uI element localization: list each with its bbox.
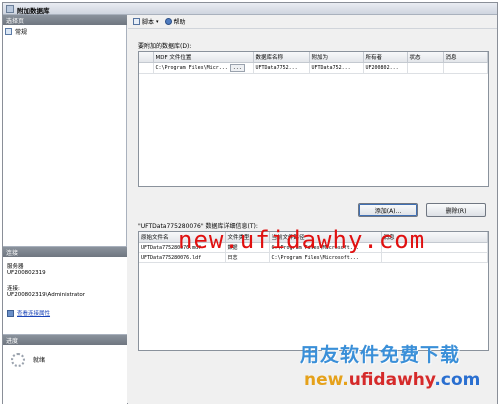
script-label: 脚本 [142, 19, 155, 26]
column-header-message[interactable]: 消息 [443, 52, 488, 63]
server-value: UF200802319 [7, 270, 46, 276]
message-cell [381, 252, 488, 263]
browse-button[interactable]: ... [229, 64, 245, 72]
progress-status: 就绪 [33, 357, 46, 364]
row-selector[interactable] [139, 62, 154, 74]
column-header-select [139, 52, 154, 63]
mdf-location-cell[interactable]: C:\Program Files\Micr...... [153, 62, 254, 74]
chevron-down-icon: ▾ [156, 18, 159, 25]
view-connection-properties-link[interactable]: 查看连接属性 [7, 309, 50, 317]
watermark-url-part3: .com [434, 370, 481, 390]
watermark-logo: 用友软件免费下载 new.ufidawhy.com [300, 340, 496, 402]
script-icon [133, 18, 140, 25]
owner-cell[interactable]: UF200802... [363, 62, 408, 74]
script-button[interactable]: 脚本 ▾ [131, 16, 161, 27]
message-cell [443, 62, 488, 74]
server-label: 服务器 [7, 264, 24, 270]
page-item-label: 常规 [15, 29, 28, 36]
table-row[interactable]: C:\Program Files\Micr...... UFTData7752.… [139, 62, 488, 74]
column-header-status[interactable]: 状态 [407, 52, 444, 63]
column-header-owner[interactable]: 所有者 [363, 52, 408, 63]
help-icon [164, 18, 172, 25]
column-header-db-name[interactable]: 数据库名称 [253, 52, 310, 63]
database-icon [6, 5, 14, 13]
table-row[interactable]: UFTData775280076.ldf 日志 C:\Program Files… [139, 252, 488, 263]
help-button[interactable]: 帮助 [163, 16, 188, 27]
current-path-cell[interactable]: C:\Program Files\Microsoft... [269, 252, 382, 263]
view-connection-properties-text: 查看连接属性 [17, 311, 51, 317]
attach-as-cell[interactable]: UFTData752... [309, 62, 364, 74]
databases-to-attach-grid[interactable]: MDF 文件位置 数据库名称 附加为 所有者 状态 消息 C:\Program … [138, 51, 489, 187]
help-label: 帮助 [173, 19, 186, 26]
databases-to-attach-label: 要附加的数据库(D): [138, 43, 192, 50]
connection-section: 连接 服务器 UF200802319 连接: UF200802319\Admin… [3, 246, 127, 334]
mdf-location-value: C:\Program Files\Micr... [155, 65, 228, 71]
connection-value: UF200802319\Administrator [7, 292, 86, 298]
progress-spinner-icon [11, 353, 25, 367]
toolbar: 脚本 ▾ 帮助 [128, 15, 497, 29]
progress-section: 进度 就绪 [3, 334, 127, 404]
watermark-brand: 用友软件免费下载 [300, 344, 461, 366]
remove-button[interactable]: 删除(R) [426, 203, 486, 217]
page-icon [5, 28, 12, 35]
watermark-url-part1: new. [304, 370, 349, 390]
add-button[interactable]: 添加(A)... [358, 203, 418, 217]
window-title: 附加数据库 [17, 7, 50, 15]
select-page-header: 选择页 [3, 15, 127, 25]
left-pane: 选择页 常规 连接 服务器 UF200802319 连接: UF20080231… [3, 15, 127, 404]
connection-label: 连接: [7, 286, 20, 292]
page-item-general[interactable]: 常规 [5, 27, 27, 36]
watermark-url-colored: new.ufidawhy.com [304, 370, 480, 390]
db-name-cell[interactable]: UFTData7752... [253, 62, 310, 74]
connection-header: 连接 [3, 247, 127, 257]
watermark-url: new.ufidawhy.com [178, 226, 426, 254]
properties-icon [7, 309, 14, 317]
progress-header: 进度 [3, 335, 127, 345]
status-cell [407, 62, 444, 74]
filename-cell: UFTData775280076.ldf [139, 252, 226, 263]
grid-header-row: MDF 文件位置 数据库名称 附加为 所有者 状态 消息 [139, 52, 488, 63]
watermark-url-part2: ufidawhy [348, 370, 435, 390]
column-header-mdf-location[interactable]: MDF 文件位置 [153, 52, 254, 63]
file-type-cell: 日志 [225, 252, 270, 263]
title-bar: 附加数据库 [3, 3, 497, 15]
column-header-attach-as[interactable]: 附加为 [309, 52, 364, 63]
